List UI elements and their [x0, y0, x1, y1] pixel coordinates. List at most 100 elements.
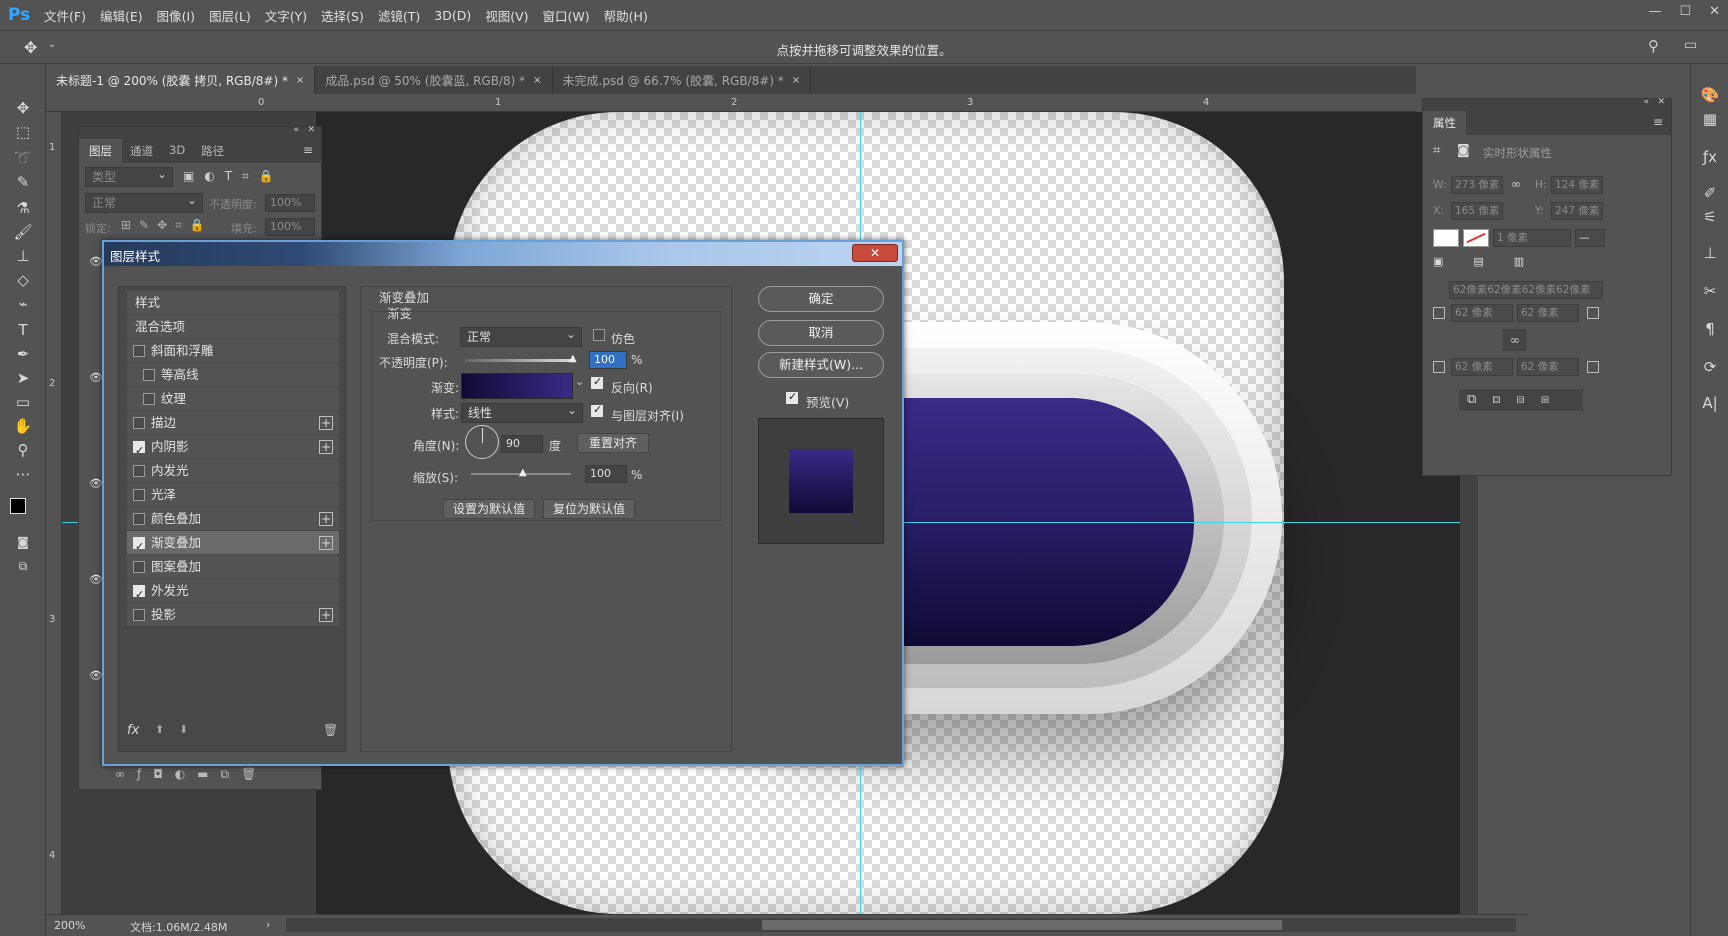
layers-footer-icons[interactable]: ∞ƒ◘◐▬⧉🗑	[115, 767, 268, 782]
minimize-icon[interactable]: —	[1648, 4, 1661, 19]
cancel-button[interactable]: 取消	[758, 320, 884, 346]
eyedropper-icon[interactable]: ⚗	[12, 198, 34, 218]
eraser-tool-icon[interactable]: ◇	[12, 270, 34, 290]
smudge-tool-icon[interactable]: ⌁	[12, 294, 34, 314]
visibility-eye-icon[interactable]: 👁	[89, 477, 103, 490]
foreground-color[interactable]	[10, 498, 26, 514]
panel-menu-icon[interactable]: ≡	[1653, 115, 1663, 129]
collapse-icon[interactable]: «	[1643, 97, 1649, 107]
brush-tool-icon[interactable]: 🖌	[12, 222, 34, 242]
angle-dial[interactable]	[465, 425, 499, 459]
close-icon[interactable]: ✕	[1709, 4, 1720, 19]
effect-item[interactable]: 图案叠加	[127, 555, 339, 579]
ok-button[interactable]: 确定	[758, 286, 884, 312]
add-effect-icon[interactable]: +	[319, 608, 333, 622]
path-operations-icons[interactable]: ⧉⧈⧇⧆	[1459, 389, 1583, 411]
tab-document-3[interactable]: 未完成.psd @ 66.7% (胶囊, RGB/8#) * ×	[553, 66, 812, 94]
effect-item[interactable]: 描边 +	[127, 411, 339, 435]
close-icon[interactable]: ×	[296, 75, 304, 86]
close-icon[interactable]: ×	[533, 75, 541, 86]
reset-default-button[interactable]: 复位为默认值	[543, 499, 635, 519]
path-select-icon[interactable]: ➤	[12, 368, 34, 388]
tab-document-2[interactable]: 成品.psd @ 50% (胶囊蓝, RGB/8) * ×	[315, 66, 553, 94]
horizontal-scrollbar[interactable]	[286, 918, 1516, 932]
tab-channels[interactable]: 通道	[122, 139, 161, 163]
shape-tool-icon[interactable]: ▭	[12, 392, 34, 412]
clone-source-icon[interactable]: ⊥	[1700, 244, 1720, 264]
menu-file[interactable]: 文件(F)	[44, 6, 86, 25]
gradient-style-select[interactable]: 线性	[461, 401, 583, 423]
tab-document-1[interactable]: 未标题-1 @ 200% (胶囊 拷贝, RGB/8#) * ×	[46, 66, 316, 94]
preview-checkbox[interactable]	[786, 390, 798, 404]
set-default-button[interactable]: 设置为默认值	[443, 499, 535, 519]
swatches-icon[interactable]: ▦	[1700, 110, 1720, 130]
width-field[interactable]: 273 像素	[1451, 176, 1503, 194]
add-effect-icon[interactable]: +	[319, 440, 333, 454]
panel-menu-icon[interactable]: ≡	[295, 139, 321, 163]
opacity-slider-thumb[interactable]: ▲	[569, 353, 577, 364]
ruler-left[interactable]: 1 2 3 4	[46, 112, 62, 914]
visibility-eye-icon[interactable]: 👁	[89, 669, 103, 682]
stroke-swatch[interactable]	[1463, 229, 1489, 247]
menu-image[interactable]: 图像(I)	[157, 6, 195, 25]
zoom-tool-icon[interactable]: ⚲	[12, 440, 34, 460]
stamp-tool-icon[interactable]: ⊥	[12, 246, 34, 266]
quick-mask-icon[interactable]: ◙	[12, 532, 34, 552]
link-corners-icon[interactable]: ∞	[1503, 329, 1527, 351]
close-icon[interactable]: ✕	[307, 125, 315, 135]
corner-tl-field[interactable]: 62 像素	[1451, 304, 1513, 322]
stroke-type-select[interactable]: —	[1575, 229, 1605, 247]
blend-mode-select[interactable]: 正常	[460, 325, 582, 347]
align-with-layer-checkbox[interactable]	[591, 403, 603, 417]
menu-help[interactable]: 帮助(H)	[604, 6, 648, 25]
collapse-icon[interactable]: «	[293, 125, 299, 135]
menu-select[interactable]: 选择(S)	[321, 6, 364, 25]
reset-alignment-button[interactable]: 重置对齐	[577, 433, 649, 453]
menu-view[interactable]: 视图(V)	[485, 6, 528, 25]
styles-header[interactable]: 样式	[127, 291, 339, 315]
effect-item[interactable]: 等高线	[127, 363, 339, 387]
adjustments-icon[interactable]: ⚟	[1700, 208, 1720, 228]
corner-bl-field[interactable]: 62 像素	[1451, 358, 1513, 376]
type-tool-icon[interactable]: T	[12, 320, 34, 340]
x-field[interactable]: 165 像素	[1451, 202, 1503, 220]
close-icon[interactable]: ✕	[1657, 97, 1665, 107]
close-icon[interactable]: ×	[792, 75, 800, 86]
tools-preset-icon[interactable]: ✂	[1700, 282, 1720, 302]
history-icon[interactable]: ⟳	[1700, 358, 1720, 378]
layer-filter-select[interactable]: 类型	[85, 165, 173, 187]
link-icon[interactable]: ∞	[1511, 177, 1521, 191]
effect-item[interactable]: 内阴影 +	[127, 435, 339, 463]
dither-checkbox[interactable]	[593, 329, 605, 341]
effect-checkbox[interactable]	[133, 465, 145, 477]
effect-checkbox[interactable]	[133, 489, 145, 501]
corner-br-field[interactable]: 62 像素	[1517, 358, 1579, 376]
corner-tr-field[interactable]: 62 像素	[1517, 304, 1579, 322]
effect-checkbox[interactable]	[143, 369, 155, 381]
maximize-icon[interactable]: ☐	[1679, 4, 1691, 19]
stroke-options-icons[interactable]: ▣▤▥	[1433, 255, 1603, 273]
effect-checkbox[interactable]	[133, 535, 145, 559]
dialog-titlebar[interactable]: 图层样式	[104, 242, 902, 266]
menu-window[interactable]: 窗口(W)	[543, 6, 590, 25]
paragraph-icon[interactable]: ¶	[1700, 320, 1720, 340]
visibility-eye-icon[interactable]: 👁	[89, 573, 103, 586]
effect-checkbox[interactable]	[133, 513, 145, 525]
visibility-eye-icon[interactable]: 👁	[89, 255, 103, 268]
marquee-tool-icon[interactable]: ⬚	[12, 122, 34, 142]
opacity-slider-track[interactable]	[465, 359, 575, 362]
stroke-width-field[interactable]: 1 像素	[1493, 229, 1571, 247]
reverse-checkbox[interactable]	[591, 375, 603, 389]
menu-filter[interactable]: 滤镜(T)	[378, 6, 420, 25]
more-tools-icon[interactable]: ⋯	[12, 464, 34, 484]
effect-checkbox[interactable]	[133, 417, 145, 429]
add-effect-icon[interactable]: +	[319, 512, 333, 526]
effect-item[interactable]: 斜面和浮雕	[127, 339, 339, 363]
pen-tool-icon[interactable]: ✒	[12, 344, 34, 364]
lock-icons[interactable]: ⊞✎✥⌗🔒	[121, 218, 213, 233]
tab-3d[interactable]: 3D	[161, 139, 193, 163]
effect-item[interactable]: 纹理	[127, 387, 339, 411]
effect-item[interactable]: 渐变叠加 +	[127, 531, 339, 559]
ruler-top[interactable]: 0 1 2 3 4	[46, 96, 1416, 112]
height-field[interactable]: 124 像素	[1551, 176, 1603, 194]
